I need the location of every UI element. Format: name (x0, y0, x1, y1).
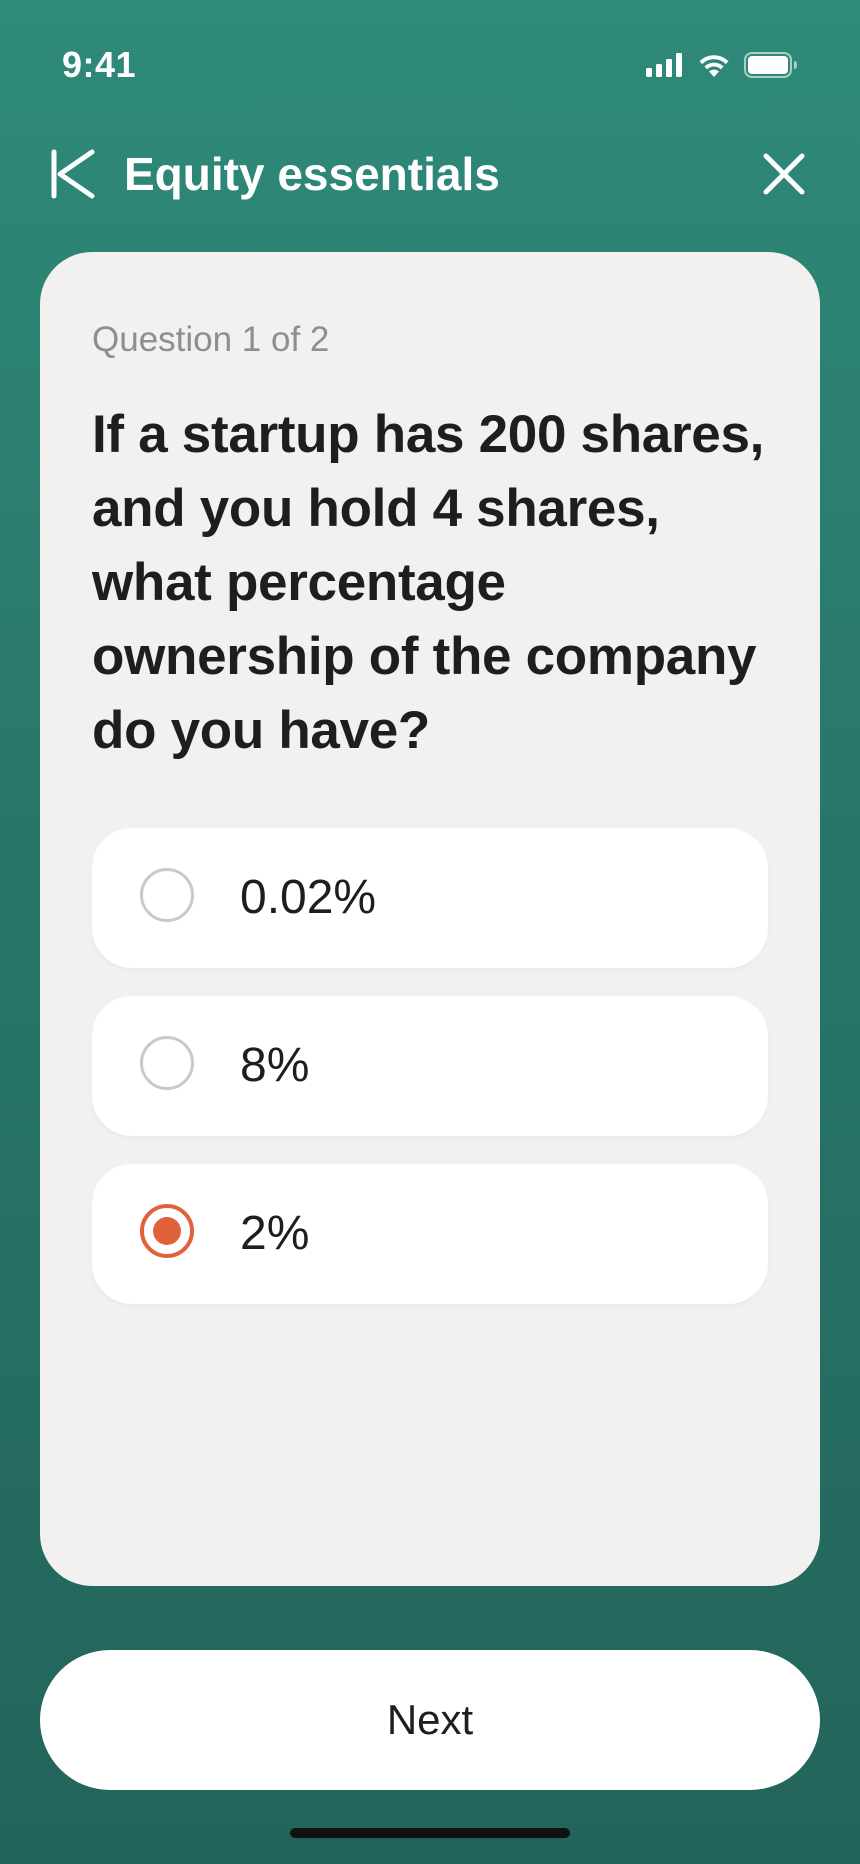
radio-button[interactable] (140, 1036, 194, 1090)
status-icons (646, 52, 798, 83)
answer-option-label: 0.02% (240, 871, 377, 924)
answer-option-1[interactable]: 0.02% (92, 828, 768, 968)
question-text: If a startup has 200 shares, and you hol… (92, 405, 765, 760)
home-indicator (290, 1828, 570, 1838)
back-chevron-icon[interactable] (48, 148, 100, 200)
answer-option-3[interactable]: 2% (92, 1164, 768, 1304)
close-icon[interactable] (762, 152, 806, 196)
answer-option-label: 2% (240, 1207, 310, 1260)
status-time: 9:41 (62, 44, 137, 85)
question-card: Question 1 of 2 If a startup has 200 sha… (40, 252, 820, 1586)
cellular-signal-icon (646, 53, 684, 82)
wifi-icon (698, 53, 730, 82)
status-bar: 9:41 (0, 0, 860, 130)
radio-button-selected[interactable] (140, 1204, 194, 1258)
question-counter: Question 1 of 2 (92, 320, 330, 359)
answer-option-2[interactable]: 8% (92, 996, 768, 1136)
quiz-screen: 9:41 Equity essentials Question 1 of 2 I… (0, 0, 860, 1864)
battery-icon (744, 52, 798, 83)
header: Equity essentials (0, 138, 860, 208)
header-title: Equity essentials (124, 148, 500, 200)
radio-button[interactable] (140, 868, 194, 922)
answer-option-label: 8% (240, 1039, 310, 1092)
next-button[interactable]: Next (40, 1650, 820, 1790)
